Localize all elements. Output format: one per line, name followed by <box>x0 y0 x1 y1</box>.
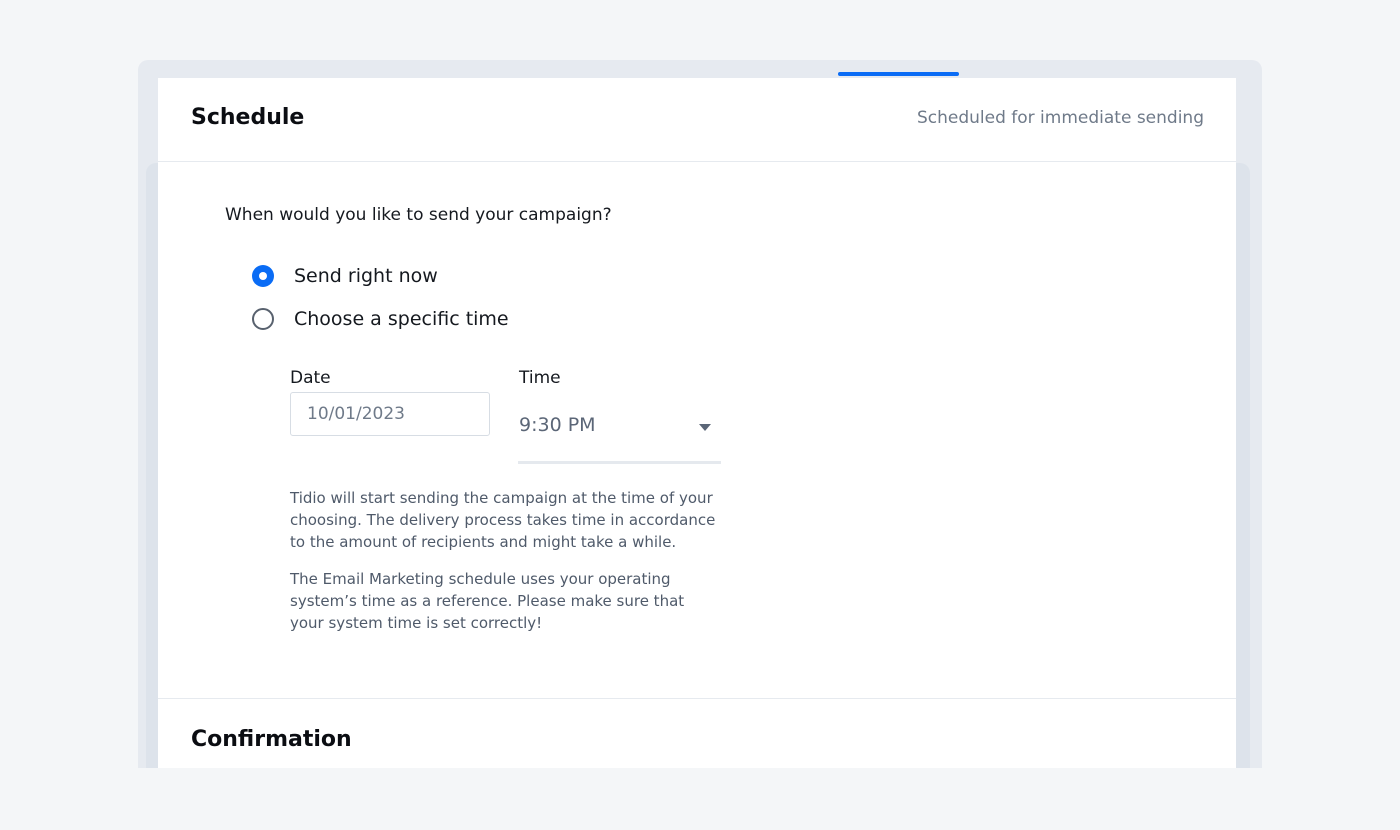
specific-time-radio[interactable] <box>252 308 274 330</box>
schedule-card: Schedule Scheduled for immediate sending… <box>158 78 1236 768</box>
schedule-title: Schedule <box>191 105 305 130</box>
send-now-radio[interactable] <box>252 265 274 287</box>
send-now-option[interactable]: Send right now <box>252 265 438 287</box>
schedule-header[interactable]: Schedule Scheduled for immediate sending <box>158 78 1236 162</box>
help-text-system-time: The Email Marketing schedule uses your o… <box>290 570 685 632</box>
schedule-question: When would you like to send your campaig… <box>225 205 612 225</box>
panel-frame: Schedule Scheduled for immediate sending… <box>138 60 1262 768</box>
time-label: Time <box>519 368 561 388</box>
time-select[interactable]: 9:30 PM <box>518 404 721 464</box>
chevron-down-icon <box>699 424 711 431</box>
date-label: Date <box>290 368 331 388</box>
schedule-status: Scheduled for immediate sending <box>916 108 1204 128</box>
specific-time-option[interactable]: Choose a specific time <box>252 308 509 330</box>
confirmation-title[interactable]: Confirmation <box>191 727 352 752</box>
help-text-delivery: Tidio will start sending the campaign at… <box>290 489 716 551</box>
active-tab-indicator <box>838 72 959 76</box>
section-divider <box>158 698 1236 699</box>
send-now-label: Send right now <box>294 265 438 287</box>
time-value: 9:30 PM <box>519 414 596 436</box>
specific-time-label: Choose a specific time <box>294 308 509 330</box>
date-input[interactable] <box>290 392 490 436</box>
